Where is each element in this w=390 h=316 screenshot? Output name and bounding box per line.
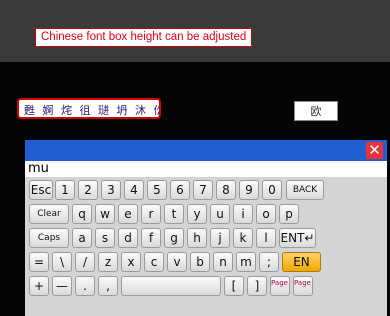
key-back[interactable]: BACK <box>286 180 324 200</box>
key-a[interactable]: a <box>72 228 92 248</box>
key-esc[interactable]: Esc <box>29 180 53 200</box>
key-e[interactable]: e <box>118 204 138 224</box>
key-ent[interactable]: ENT↵ <box>279 228 316 248</box>
key-symbol-row5-2[interactable]: . <box>75 276 95 296</box>
title-bar: Chinese font box height can be adjusted <box>0 0 390 62</box>
key-symbol-row4-10[interactable]: ; <box>259 252 279 272</box>
key-symbol-row4-2[interactable]: / <box>75 252 95 272</box>
key-y[interactable]: y <box>187 204 207 224</box>
key-5[interactable]: 5 <box>147 180 167 200</box>
close-icon[interactable]: ✕ <box>366 142 383 159</box>
key-6[interactable]: 6 <box>170 180 190 200</box>
key-h[interactable]: h <box>187 228 207 248</box>
keyboard-header: ✕ <box>25 140 387 161</box>
key-9[interactable]: 9 <box>239 180 259 200</box>
key-u[interactable]: u <box>210 204 230 224</box>
key-space[interactable] <box>121 276 221 296</box>
key-s[interactable]: s <box>95 228 115 248</box>
key-f[interactable]: f <box>141 228 161 248</box>
key-8[interactable]: 8 <box>216 180 236 200</box>
key-page-up[interactable]: Page Up <box>270 276 290 296</box>
key-o[interactable]: o <box>256 204 276 224</box>
key-clear[interactable]: Clear <box>29 204 69 224</box>
key-n[interactable]: n <box>213 252 233 272</box>
key-p[interactable]: p <box>279 204 299 224</box>
key-l[interactable]: l <box>256 228 276 248</box>
key-v[interactable]: v <box>167 252 187 272</box>
key-caps[interactable]: Caps <box>29 228 69 248</box>
key-symbol-row4-0[interactable]: = <box>29 252 49 272</box>
key-i[interactable]: i <box>233 204 253 224</box>
key-z[interactable]: z <box>98 252 118 272</box>
key-7[interactable]: 7 <box>193 180 213 200</box>
key-w[interactable]: w <box>95 204 115 224</box>
key-2[interactable]: 2 <box>78 180 98 200</box>
key-c[interactable]: c <box>144 252 164 272</box>
key-symbol-row5-5[interactable]: [ <box>224 276 244 296</box>
chinese-candidate-box[interactable]: 甦 婀 烢 徂 琎 坍 沐 伀 <box>17 98 161 119</box>
key-symbol-row5-6[interactable]: ] <box>247 276 267 296</box>
key-b[interactable]: b <box>190 252 210 272</box>
key-4[interactable]: 4 <box>124 180 144 200</box>
key-page-down[interactable]: Page Down <box>293 276 313 296</box>
chinese-input-key[interactable]: 欧 <box>294 101 338 121</box>
key-q[interactable]: q <box>72 204 92 224</box>
key-1[interactable]: 1 <box>55 180 75 200</box>
key-t[interactable]: t <box>164 204 184 224</box>
key-m[interactable]: m <box>236 252 256 272</box>
key-3[interactable]: 3 <box>101 180 121 200</box>
key-symbol-row5-3[interactable]: , <box>98 276 118 296</box>
key-g[interactable]: g <box>164 228 184 248</box>
key-symbol-row5-0[interactable]: + <box>29 276 49 296</box>
on-screen-keyboard: ✕ mu Esc 1 2 3 4 5 6 7 8 9 0 BACK Clear q w e r t y u i o p Cap… <box>25 140 387 316</box>
key-0[interactable]: 0 <box>262 180 282 200</box>
key-k[interactable]: k <box>233 228 253 248</box>
key-r[interactable]: r <box>141 204 161 224</box>
key-en[interactable]: EN <box>282 252 321 272</box>
key-symbol-row5-1[interactable]: — <box>52 276 72 296</box>
key-symbol-row4-1[interactable]: \ <box>52 252 72 272</box>
info-banner: Chinese font box height can be adjusted <box>35 28 253 47</box>
key-d[interactable]: d <box>118 228 138 248</box>
key-x[interactable]: x <box>121 252 141 272</box>
keyboard-input-field[interactable]: mu <box>25 161 387 177</box>
key-j[interactable]: j <box>210 228 230 248</box>
